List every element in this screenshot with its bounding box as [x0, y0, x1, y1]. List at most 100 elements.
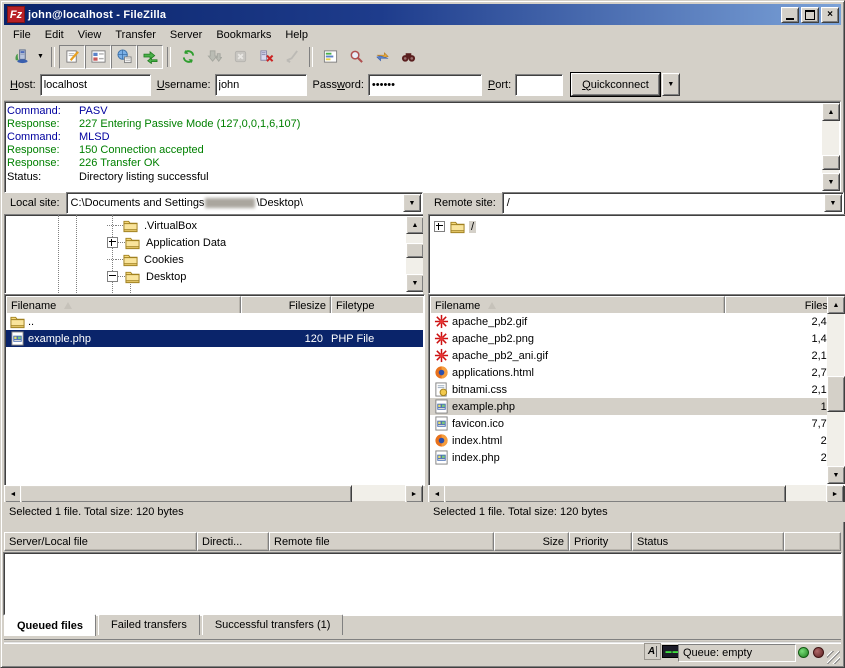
queue-column-priority[interactable]: Priority: [569, 532, 632, 551]
local-tree-vscrollbar[interactable]: ▲ ▼: [406, 216, 423, 292]
tab-queued-files[interactable]: Queued files: [4, 614, 96, 636]
toggle-local-tree-button[interactable]: [85, 45, 111, 69]
maximize-button[interactable]: [801, 7, 819, 23]
file-row[interactable]: ..: [6, 313, 423, 330]
file-row[interactable]: apache_pb2.gif2,414: [430, 313, 828, 330]
site-manager-button-dropdown[interactable]: ▼: [34, 46, 47, 68]
remote-list-rows: apache_pb2.gif2,414apache_pb2.png1,463ap…: [430, 313, 828, 484]
file-row[interactable]: applications.html2,713: [430, 364, 828, 381]
menu-item-transfer[interactable]: Transfer: [108, 27, 163, 43]
file-cell-name: example.php: [430, 398, 723, 415]
compare-icon: [349, 49, 364, 64]
file-row[interactable]: index.html202: [430, 432, 828, 449]
quickconnect-dropdown-button[interactable]: ▼: [662, 73, 680, 96]
scroll-right-button[interactable]: ►: [826, 485, 844, 503]
site-manager-button[interactable]: [8, 45, 34, 69]
scroll-down-button[interactable]: ▼: [822, 173, 840, 191]
file-row[interactable]: index.php267: [430, 449, 828, 466]
remote-hscrollbar[interactable]: ◄ ►: [428, 485, 844, 501]
folder-icon: [123, 218, 138, 233]
column-header-filetype[interactable]: Filetype: [331, 296, 423, 313]
column-header-filesize[interactable]: Filesize: [241, 296, 331, 313]
toggle-remote-tree-button[interactable]: [111, 45, 137, 69]
local-site-combo[interactable]: C:\Documents and Settings\Desktop\ ▼: [66, 192, 423, 214]
list-scroll-thumb[interactable]: [827, 376, 845, 412]
data-type-indicator-icon[interactable]: A: [644, 643, 661, 660]
toggle-transfer-queue-button[interactable]: [137, 45, 163, 69]
collapse-icon[interactable]: [107, 271, 118, 282]
filezilla-app-icon[interactable]: Fz: [7, 6, 25, 23]
tree-item[interactable]: .VirtualBox: [107, 217, 404, 234]
log-scroll-thumb[interactable]: [822, 155, 840, 170]
scroll-down-button[interactable]: ▼: [827, 466, 845, 484]
scroll-up-button[interactable]: ▲: [822, 103, 840, 121]
disconnect-button[interactable]: [253, 45, 279, 69]
menu-item-help[interactable]: Help: [278, 27, 315, 43]
tree-item[interactable]: Desktop: [107, 268, 404, 285]
refresh-button[interactable]: [175, 45, 201, 69]
scroll-up-button[interactable]: ▲: [827, 296, 845, 314]
close-button[interactable]: ×: [821, 7, 839, 23]
menu-item-file[interactable]: File: [6, 27, 38, 43]
file-row[interactable]: favicon.ico7,782: [430, 415, 828, 432]
scroll-up-button[interactable]: ▲: [406, 216, 424, 234]
file-row[interactable]: example.php120: [430, 398, 828, 415]
queue-column-directi-[interactable]: Directi...: [197, 532, 269, 551]
column-header-filesize[interactable]: Filesize: [725, 296, 828, 313]
reconnect-button[interactable]: [279, 45, 305, 69]
file-cell-size: 120: [239, 330, 327, 347]
menu-item-edit[interactable]: Edit: [38, 27, 71, 43]
directory-comparison-button[interactable]: [343, 45, 369, 69]
local-hscrollbar[interactable]: ◄ ►: [4, 485, 423, 501]
tree-scroll-thumb[interactable]: [406, 243, 424, 258]
tab-successful-transfers-1-[interactable]: Successful transfers (1): [202, 614, 344, 635]
password-input[interactable]: [368, 74, 482, 96]
expand-icon[interactable]: [434, 221, 445, 232]
log-vscrollbar[interactable]: ▲ ▼: [822, 103, 839, 191]
tree-item[interactable]: Cookies: [107, 251, 404, 268]
combo-arrow-icon[interactable]: ▼: [824, 194, 842, 212]
quickconnect-button[interactable]: Quickconnect: [571, 73, 660, 96]
queue-column-remote-file[interactable]: Remote file: [269, 532, 494, 551]
menu-item-bookmarks[interactable]: Bookmarks: [209, 27, 278, 43]
menu-item-view[interactable]: View: [71, 27, 109, 43]
host-input[interactable]: [40, 74, 151, 96]
toggle-message-log-button[interactable]: [59, 45, 85, 69]
remote-list-vscrollbar[interactable]: ▲ ▼: [827, 296, 844, 484]
hscroll-thumb[interactable]: [20, 485, 352, 503]
column-header-filename[interactable]: Filename: [6, 296, 241, 313]
queue-column-filler: [784, 532, 841, 551]
menu-item-server[interactable]: Server: [163, 27, 209, 43]
queue-column-server-local-file[interactable]: Server/Local file: [4, 532, 197, 551]
tree-item[interactable]: Application Data: [107, 234, 404, 251]
tab-failed-transfers[interactable]: Failed transfers: [98, 614, 200, 635]
minimize-button[interactable]: [781, 7, 799, 23]
cancel-operation-button[interactable]: [227, 45, 253, 69]
filter-icon: [323, 49, 338, 64]
expand-icon[interactable]: [107, 237, 118, 248]
find-files-button[interactable]: [395, 45, 421, 69]
scroll-down-button[interactable]: ▼: [406, 274, 424, 292]
port-input[interactable]: [515, 74, 563, 96]
username-input[interactable]: [215, 74, 307, 96]
tree-item[interactable]: /: [434, 218, 476, 235]
remote-site-combo[interactable]: / ▼: [502, 192, 844, 214]
queue-body: [3, 552, 842, 616]
tree-guide-line: [58, 215, 59, 293]
combo-arrow-icon[interactable]: ▼: [403, 194, 421, 212]
hscroll-thumb[interactable]: [444, 485, 786, 503]
queue-column-size[interactable]: Size: [494, 532, 569, 551]
file-row[interactable]: example.php120PHP File1: [6, 330, 423, 347]
process-queue-button[interactable]: [201, 45, 227, 69]
queue-column-status[interactable]: Status: [632, 532, 784, 551]
file-row[interactable]: bitnami.css2,142: [430, 381, 828, 398]
resize-grip[interactable]: [827, 651, 840, 664]
synchronized-browsing-button[interactable]: [369, 45, 395, 69]
column-header-filename[interactable]: Filename: [430, 296, 725, 313]
html-file-icon: [434, 365, 449, 380]
file-row[interactable]: apache_pb2_ani.gif2,160: [430, 347, 828, 364]
filter-button[interactable]: [317, 45, 343, 69]
file-row[interactable]: apache_pb2.png1,463: [430, 330, 828, 347]
scroll-right-button[interactable]: ►: [405, 485, 423, 503]
queue-splitter[interactable]: [4, 523, 841, 531]
